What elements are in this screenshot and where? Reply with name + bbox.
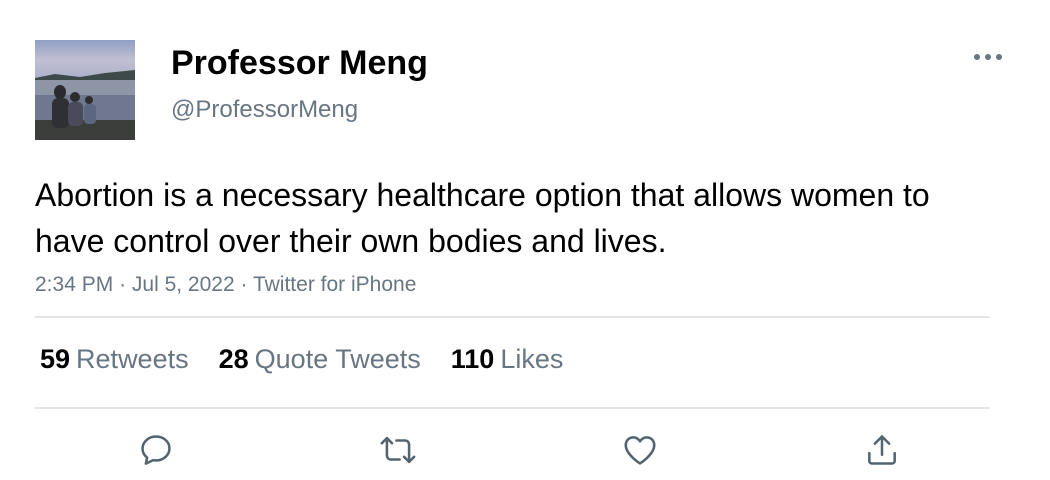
tweet-stats: 59 Retweets 28 Quote Tweets 110 Likes [40, 341, 593, 377]
tweet-time[interactable]: 2:34 PM [35, 273, 113, 296]
quote-tweets-stat[interactable]: 28 Quote Tweets [219, 341, 421, 377]
likes-stat[interactable]: 110 Likes [451, 341, 564, 377]
quote-tweets-label: Quote Tweets [254, 344, 421, 374]
tweet-date[interactable]: Jul 5, 2022 [132, 273, 235, 296]
likes-label: Likes [500, 344, 564, 374]
reply-icon [141, 435, 171, 465]
reply-button[interactable] [134, 428, 178, 472]
tweet-text: Abortion is a necessary healthcare optio… [35, 177, 930, 259]
retweets-label: Retweets [76, 344, 189, 374]
more-options-button[interactable] [970, 42, 1006, 72]
avatar[interactable] [35, 40, 135, 140]
retweets-stat[interactable]: 59 Retweets [40, 341, 189, 377]
heart-icon [624, 436, 656, 465]
tweet-meta: 2:34 PM · Jul 5, 2022 · Twitter for iPho… [35, 271, 416, 299]
like-button[interactable] [618, 428, 662, 472]
likes-count: 110 [450, 344, 495, 374]
more-horizontal-icon [974, 54, 1002, 60]
retweets-count: 59 [40, 344, 71, 374]
author-name[interactable]: Professor Meng [171, 43, 428, 83]
share-icon [868, 435, 896, 465]
author-handle[interactable]: @ProfessorMeng [171, 95, 358, 125]
tweet-source[interactable]: Twitter for iPhone [253, 273, 416, 296]
quote-tweets-count: 28 [218, 344, 249, 374]
share-button[interactable] [860, 428, 904, 472]
retweet-button[interactable] [376, 428, 420, 472]
divider [35, 407, 990, 409]
retweet-icon [380, 436, 416, 464]
meta-separator: · [119, 273, 127, 296]
divider [35, 316, 990, 318]
meta-separator: · [240, 273, 248, 296]
